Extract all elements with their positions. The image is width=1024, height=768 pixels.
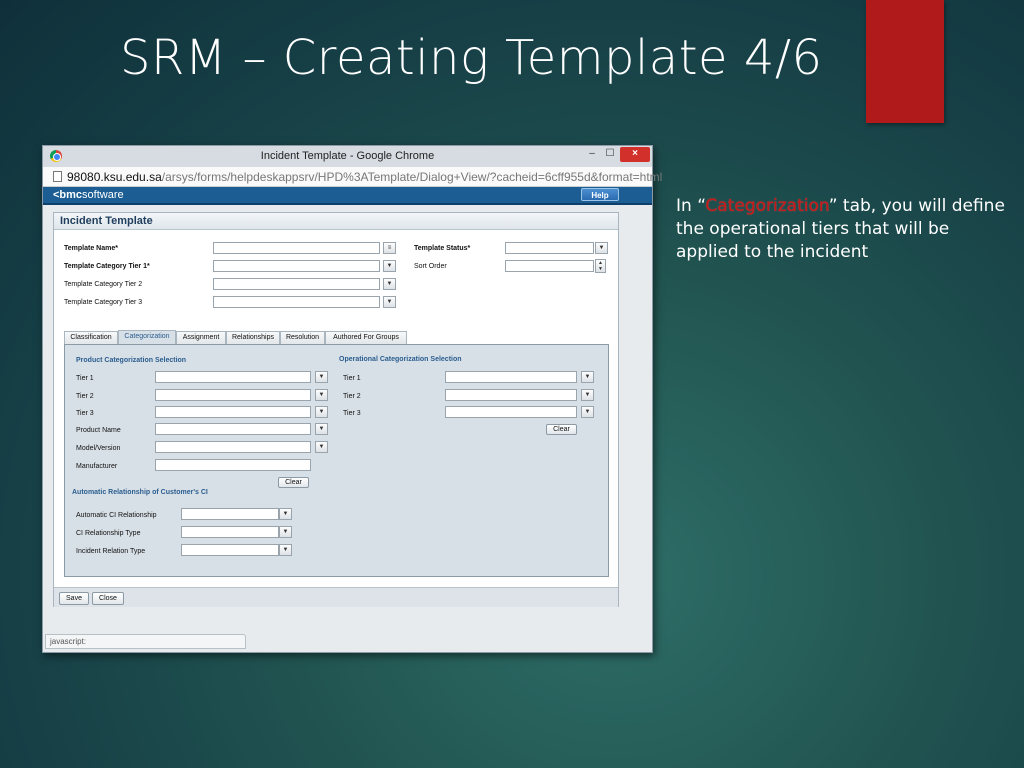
operational-tier3-input[interactable] [445, 406, 577, 418]
slide-description: In “Categorization” tab, you will define… [676, 195, 1006, 264]
chevron-down-icon[interactable]: ▼ [279, 508, 292, 520]
incident-relation-type-label: Incident Relation Type [76, 548, 146, 555]
template-status-select[interactable] [505, 242, 594, 254]
bmc-logo: <bmcsoftware [53, 189, 124, 201]
template-tier2-input[interactable] [213, 278, 380, 290]
manufacturer-input[interactable] [155, 459, 311, 471]
chevron-down-icon[interactable]: ▼ [383, 260, 396, 272]
auto-ci-relationship-label: Automatic CI Relationship [76, 512, 157, 519]
categorization-panel: Product Categorization Selection Tier 1 … [64, 344, 609, 577]
product-tier2-label: Tier 2 [76, 393, 94, 400]
chevron-down-icon[interactable]: ▼ [581, 371, 594, 383]
product-tier3-label: Tier 3 [76, 410, 94, 417]
operational-tier2-label: Tier 2 [343, 393, 361, 400]
tab-authored-for-groups[interactable]: Authored For Groups [325, 331, 407, 344]
window-title: Incident Template - Google Chrome [260, 150, 435, 162]
product-tier3-input[interactable] [155, 406, 311, 418]
product-tier1-label: Tier 1 [76, 375, 94, 382]
form-footer: Save Close [54, 587, 618, 607]
product-tier2-input[interactable] [155, 389, 311, 401]
operational-clear-button[interactable]: Clear [546, 424, 577, 435]
chevron-down-icon[interactable]: ▼ [315, 441, 328, 453]
description-highlight: Categorization [705, 196, 829, 216]
tab-classification[interactable]: Classification [64, 331, 118, 344]
ci-relationship-type-select[interactable] [181, 526, 279, 538]
chevron-down-icon[interactable]: ▼ [315, 389, 328, 401]
logo-prefix: <bmc [53, 189, 83, 201]
ci-relationship-title: Automatic Relationship of Customer's CI [72, 489, 208, 496]
template-name-list-icon[interactable]: ≡ [383, 242, 396, 254]
form-header: Incident Template [54, 213, 618, 230]
template-name-input[interactable] [213, 242, 380, 254]
template-tier1-input[interactable] [213, 260, 380, 272]
sort-order-label: Sort Order [414, 263, 447, 270]
form-title: Incident Template [60, 215, 153, 227]
template-status-label: Template Status* [414, 245, 471, 252]
chevron-down-icon[interactable]: ▼ [279, 526, 292, 538]
auto-ci-relationship-select[interactable] [181, 508, 279, 520]
operational-tier1-input[interactable] [445, 371, 577, 383]
product-name-label: Product Name [76, 427, 121, 434]
ci-relationship-type-label: CI Relationship Type [76, 530, 141, 537]
address-bar[interactable]: 98080.ksu.edu.sa/arsys/forms/helpdeskapp… [43, 167, 662, 187]
tab-resolution[interactable]: Resolution [280, 331, 325, 344]
sort-order-input[interactable] [505, 260, 594, 272]
url-path: /arsys/forms/helpdeskappsrv/HPD%3ATempla… [161, 170, 663, 184]
url-text[interactable]: 98080.ksu.edu.sa/arsys/forms/helpdeskapp… [67, 170, 662, 184]
tab-categorization[interactable]: Categorization [118, 330, 176, 344]
description-prefix: In “ [676, 196, 706, 216]
minimize-button[interactable]: – [583, 147, 601, 162]
close-window-button[interactable]: × [620, 147, 650, 162]
chevron-down-icon[interactable]: ▼ [315, 406, 328, 418]
operational-tier2-input[interactable] [445, 389, 577, 401]
tab-relationships[interactable]: Relationships [226, 331, 280, 344]
maximize-button[interactable]: ☐ [601, 147, 619, 162]
operational-tier3-label: Tier 3 [343, 410, 361, 417]
template-tier2-label: Template Category Tier 2 [64, 281, 143, 288]
model-version-input[interactable] [155, 441, 311, 453]
template-tier1-label: Template Category Tier 1* [64, 263, 150, 270]
chevron-down-icon[interactable]: ▼ [383, 278, 396, 290]
product-tier1-input[interactable] [155, 371, 311, 383]
url-host: 98080.ksu.edu.sa [67, 170, 162, 184]
template-tier3-label: Template Category Tier 3 [64, 299, 143, 306]
close-button[interactable]: Close [92, 592, 124, 605]
save-button[interactable]: Save [59, 592, 89, 605]
help-button[interactable]: Help [581, 188, 619, 201]
chevron-down-icon[interactable]: ▼ [315, 371, 328, 383]
chevron-down-icon[interactable]: ▼ [279, 544, 292, 556]
product-name-input[interactable] [155, 423, 311, 435]
app-header-bar: <bmcsoftware Help [43, 187, 652, 205]
logo-suffix: software [82, 189, 124, 201]
window-titlebar: Incident Template - Google Chrome – ☐ × [43, 146, 652, 167]
template-name-label: Template Name* [64, 245, 118, 252]
browser-window: Incident Template - Google Chrome – ☐ × … [42, 145, 662, 653]
chevron-down-icon[interactable]: ▼ [595, 242, 608, 254]
template-tier3-input[interactable] [213, 296, 380, 308]
incident-relation-type-select[interactable] [181, 544, 279, 556]
sort-order-spinner-icon[interactable]: ▲ ▼ [595, 259, 606, 273]
page-icon [53, 171, 62, 182]
chevron-down-icon[interactable]: ▼ [581, 389, 594, 401]
product-clear-button[interactable]: Clear [278, 477, 309, 488]
incident-template-form: Incident Template Template Name* ≡ Templ… [53, 212, 619, 607]
manufacturer-label: Manufacturer [76, 463, 118, 470]
product-categorization-title: Product Categorization Selection [76, 357, 187, 364]
chevron-down-icon[interactable]: ▼ [581, 406, 594, 418]
chevron-down-icon[interactable]: ▼ [315, 423, 328, 435]
chevron-down-icon[interactable]: ▼ [383, 296, 396, 308]
slide-title: SRM – Creating Template 4/6 [120, 30, 823, 86]
operational-categorization-title: Operational Categorization Selection [339, 356, 462, 363]
operational-tier1-label: Tier 1 [343, 375, 361, 382]
browser-status-bar: javascript: [45, 634, 246, 649]
model-version-label: Model/Version [76, 445, 121, 452]
tab-assignment[interactable]: Assignment [176, 331, 226, 344]
